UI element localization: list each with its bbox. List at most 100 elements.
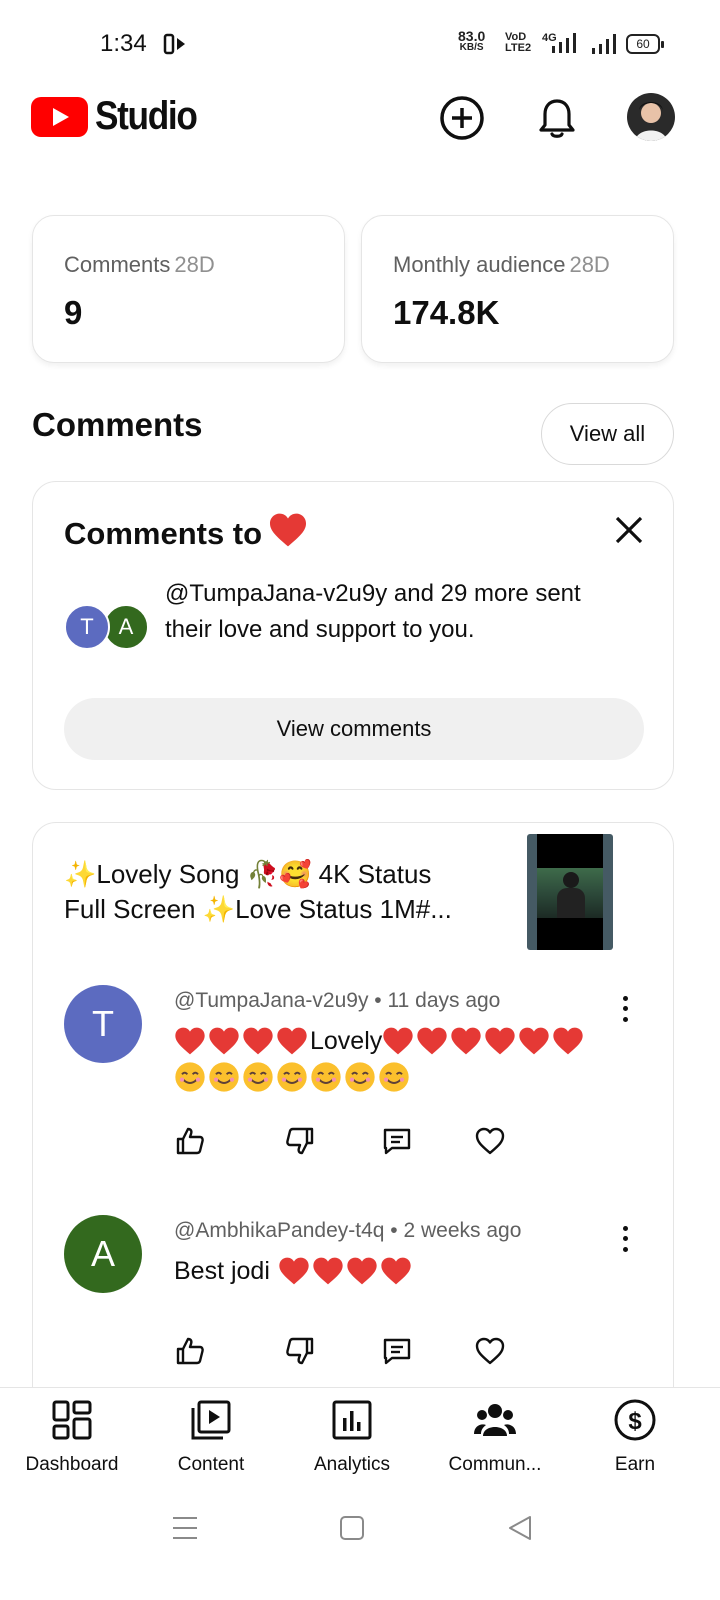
red-heart-emoji-icon [451, 1027, 481, 1055]
nav-label: Earn [614, 1454, 656, 1475]
more-dot [622, 995, 628, 1001]
thumbnail-person-body [557, 888, 585, 918]
account-avatar[interactable] [627, 93, 675, 141]
love-card-title: Comments to [64, 512, 308, 552]
stat-label: Monthly audience 28D [393, 252, 610, 278]
commenter-avatar[interactable]: A [64, 1215, 142, 1293]
network-speed: 83.0 KB/S [458, 29, 485, 54]
video-thumbnail[interactable] [527, 834, 613, 950]
back-triangle-icon[interactable] [500, 1508, 540, 1548]
comment-time: 2 weeks ago [403, 1219, 522, 1242]
love-card-title-text: Comments to [64, 516, 263, 551]
smiling-face-emoji-icon [209, 1062, 239, 1092]
analytics-icon [332, 1400, 372, 1440]
comment-line [174, 1061, 614, 1093]
red-heart-emoji-icon [417, 1027, 447, 1055]
like-icon[interactable] [174, 1125, 206, 1157]
red-heart-emoji-icon [485, 1027, 515, 1055]
smiling-face-emoji-icon [175, 1062, 205, 1092]
commenter-avatar[interactable]: T [64, 985, 142, 1063]
status-time: 1:34 [100, 30, 147, 57]
comments-stat-card[interactable]: Comments 28D 9 [32, 215, 345, 363]
stat-label-text: Monthly audience [393, 252, 566, 277]
smiling-face-emoji-icon [243, 1062, 273, 1092]
comment-author[interactable]: @AmbhikaPandey-t4q [174, 1219, 384, 1242]
comment-time: 11 days ago [387, 989, 501, 1012]
smiling-face-emoji-icon [311, 1062, 341, 1092]
comment-author[interactable]: @TumpaJana-v2u9y [174, 989, 368, 1012]
add-circle-icon [440, 96, 484, 140]
smiling-face-emoji-icon [277, 1062, 307, 1092]
create-button[interactable] [438, 94, 486, 142]
home-square-icon[interactable] [332, 1508, 372, 1548]
red-heart-emoji-icon [277, 1027, 307, 1055]
stat-label: Comments 28D [64, 252, 215, 278]
comment-actions [174, 1125, 534, 1165]
red-heart-emoji-icon [381, 1257, 411, 1285]
close-button[interactable] [609, 510, 649, 550]
dislike-icon[interactable] [284, 1125, 316, 1157]
love-card-message: @TumpaJana-v2u9y and 29 more sent their … [165, 580, 581, 643]
comments-section-title: Comments [32, 406, 203, 443]
red-heart-emoji-icon [243, 1027, 273, 1055]
bell-icon [539, 99, 575, 138]
comment-word: Lovely [310, 1027, 383, 1055]
comment-text: Lovely [174, 1021, 614, 1093]
network-speed-unit: KB/S [459, 42, 484, 53]
bottom-navigation: Dashboard Content Analytics Commun... $ … [0, 1387, 720, 1482]
earn-icon: $ [614, 1399, 656, 1441]
more-options-button[interactable] [611, 1223, 639, 1255]
content-icon [191, 1400, 231, 1440]
battery-icon: 60 [626, 34, 664, 54]
monthly-audience-stat-card[interactable]: Monthly audience 28D 174.8K [361, 215, 674, 363]
svg-text:4G: 4G [542, 32, 557, 44]
comment-meta: @TumpaJana-v2u9y • 11 days ago [174, 989, 501, 1012]
reply-icon[interactable] [381, 1335, 413, 1367]
more-dot [622, 1006, 628, 1012]
nav-community[interactable]: Commun... [425, 1396, 565, 1476]
heart-react-icon[interactable] [474, 1335, 506, 1367]
thumbnail-image [537, 868, 603, 918]
supporter-avatar: T [64, 604, 110, 650]
volte-bottom: LTE2 [505, 42, 532, 54]
stat-label-text: Comments [64, 252, 171, 277]
nav-label: Dashboard [25, 1454, 119, 1475]
recents-menu-icon[interactable] [165, 1508, 205, 1548]
nav-content[interactable]: Content [141, 1396, 281, 1476]
dislike-icon[interactable] [284, 1335, 316, 1367]
stat-value: 9 [64, 294, 83, 331]
cast-status-icon [163, 33, 185, 55]
video-title[interactable]: ✨Lovely Song 🥀🥰 4K Status Full Screen ✨L… [64, 857, 504, 927]
nav-earn[interactable]: $ Earn [565, 1396, 705, 1476]
heart-react-icon[interactable] [474, 1125, 506, 1157]
signal-4g-icon: 4G [542, 32, 576, 53]
reply-icon[interactable] [381, 1125, 413, 1157]
view-comments-button[interactable]: View comments [64, 698, 644, 760]
more-dot [622, 1225, 628, 1231]
red-heart-emoji-icon [279, 1257, 309, 1285]
stat-period: 28D [174, 252, 215, 277]
smiling-face-emoji-icon [379, 1062, 409, 1092]
dashboard-icon [52, 1400, 92, 1440]
system-navigation-bar [0, 1482, 720, 1600]
view-all-button[interactable]: View all [541, 403, 674, 465]
svg-text:$: $ [628, 1408, 642, 1435]
notifications-button[interactable] [533, 94, 581, 142]
youtube-logo-icon[interactable] [31, 97, 88, 137]
video-title-line: ✨Lovely Song 🥀🥰 4K Status [64, 859, 432, 889]
like-icon[interactable] [174, 1335, 206, 1367]
close-icon [615, 516, 643, 544]
more-dot [622, 1017, 628, 1023]
more-options-button[interactable] [611, 993, 639, 1025]
love-support-card: Comments to T A @TumpaJana-v2u9y and 29 … [32, 481, 674, 790]
comment-word: Best jodi [174, 1257, 270, 1285]
volte-indicator: VoD LTE2 [505, 32, 531, 54]
signal-icon [592, 34, 616, 54]
nav-analytics[interactable]: Analytics [282, 1396, 422, 1476]
comment-line: Lovely [174, 1021, 614, 1061]
nav-dashboard[interactable]: Dashboard [2, 1396, 142, 1476]
red-heart-emoji-icon [383, 1027, 413, 1055]
comment-text: Best jodi [174, 1251, 614, 1291]
comment-line: Best jodi [174, 1251, 614, 1291]
video-title-line: Full Screen ✨Love Status 1M#... [64, 894, 452, 924]
